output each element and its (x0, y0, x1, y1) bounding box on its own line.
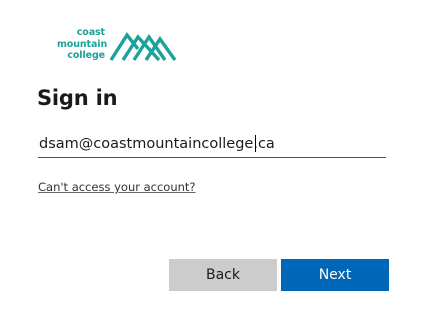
text-caret (255, 135, 256, 152)
logo-wordmark: coast mountain college (57, 27, 108, 62)
page-title: Sign in (37, 86, 118, 110)
mountain-logo-icon (109, 32, 177, 62)
sign-in-page: coast mountain college Sign in Can't acc… (0, 0, 431, 319)
logo-line-2: mountain (57, 38, 108, 50)
next-button[interactable]: Next (281, 259, 389, 291)
college-logo: coast mountain college (57, 27, 187, 67)
email-field[interactable] (38, 131, 386, 158)
back-button[interactable]: Back (169, 259, 277, 291)
logo-line-3: college (67, 50, 105, 61)
cant-access-account-link[interactable]: Can't access your account? (38, 180, 196, 194)
logo-line-1: coast (76, 27, 105, 38)
